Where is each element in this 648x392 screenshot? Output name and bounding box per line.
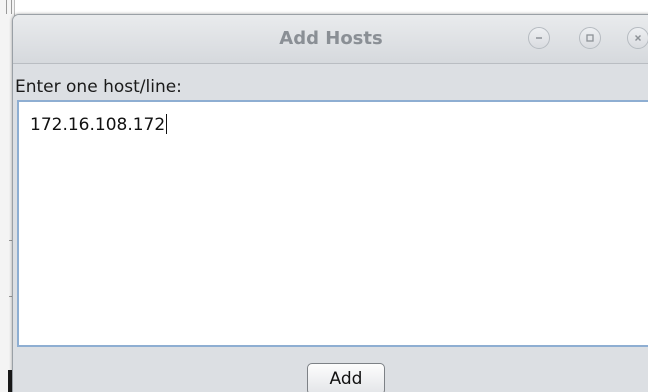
- hosts-text: 172.16.108.172: [30, 115, 166, 135]
- minimize-button[interactable]: [528, 27, 550, 49]
- close-icon: [635, 35, 641, 41]
- close-button[interactable]: [627, 27, 648, 49]
- maximize-icon: [586, 34, 594, 42]
- background-window-divider: [11, 0, 12, 14]
- hosts-prompt-label: Enter one host/line:: [15, 77, 182, 97]
- add-hosts-dialog: Add Hosts Enter one host/line: 172.16.10…: [12, 14, 648, 392]
- dialog-title: Add Hosts: [279, 28, 383, 49]
- text-caret: [166, 114, 168, 134]
- hosts-textarea[interactable]: 172.16.108.172: [17, 100, 648, 347]
- background-window-divider: [6, 0, 7, 14]
- hosts-textarea-content[interactable]: 172.16.108.172: [30, 114, 168, 135]
- minimize-icon: [536, 37, 542, 39]
- add-button[interactable]: Add: [307, 363, 385, 392]
- dialog-titlebar[interactable]: Add Hosts: [13, 15, 648, 64]
- desktop: Add Hosts Enter one host/line: 172.16.10…: [0, 0, 648, 392]
- maximize-button[interactable]: [579, 27, 601, 49]
